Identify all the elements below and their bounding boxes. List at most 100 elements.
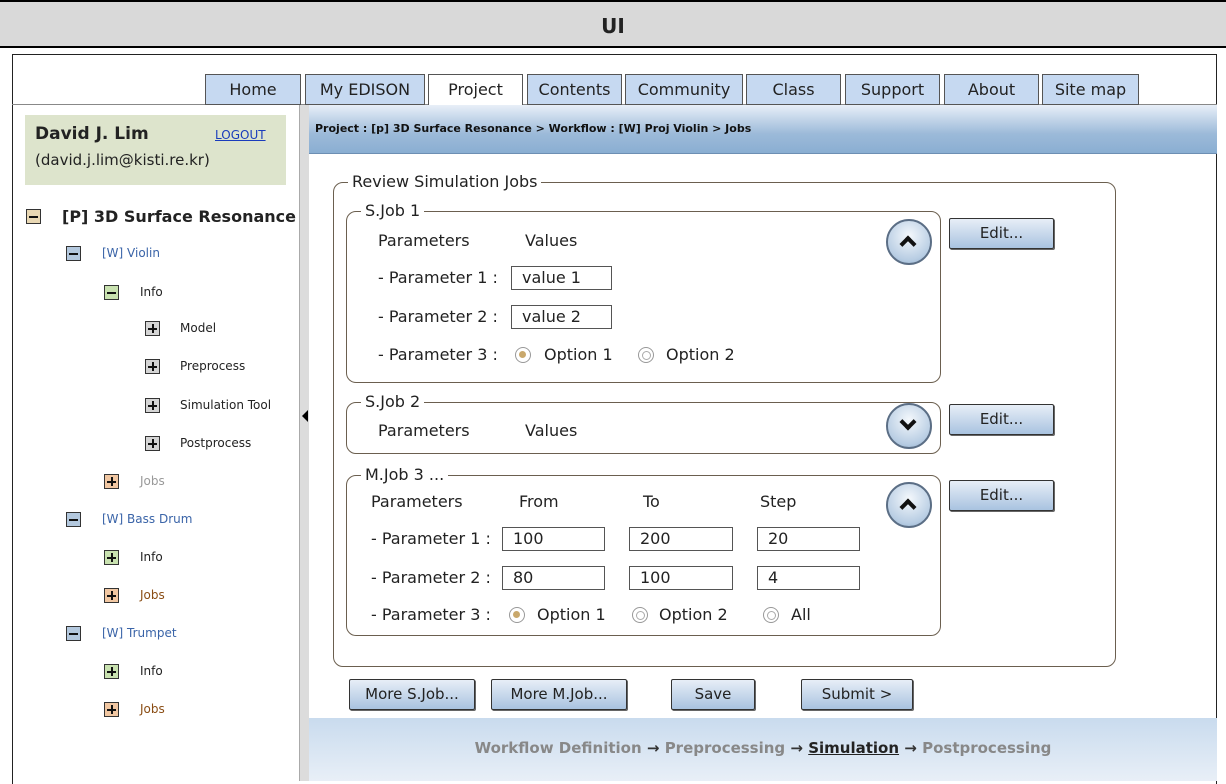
tree-trumpet-info[interactable]: Info <box>140 664 163 678</box>
mjob3-col-from: From <box>519 492 559 511</box>
sjob1-collapse-button[interactable] <box>886 219 932 265</box>
expand-icon[interactable] <box>145 321 160 336</box>
collapse-icon[interactable] <box>66 512 81 527</box>
tab-support[interactable]: Support <box>845 74 940 105</box>
window-title: UI <box>0 0 1226 48</box>
arrow-right-icon: → <box>790 739 803 757</box>
tree-violin-info[interactable]: Info <box>140 285 163 299</box>
tab-about[interactable]: About <box>944 74 1039 105</box>
sjob1-option1-radio[interactable] <box>515 347 531 363</box>
save-button[interactable]: Save <box>671 679 755 710</box>
tree-postprocess[interactable]: Postprocess <box>180 436 251 450</box>
mjob3-param3-label: - Parameter 3 : <box>371 605 491 624</box>
tab-project[interactable]: Project <box>428 74 523 106</box>
tree-model[interactable]: Model <box>180 321 216 335</box>
arrow-right-icon: → <box>904 739 917 757</box>
tab-site-map[interactable]: Site map <box>1042 74 1139 105</box>
user-name: David J. Lim <box>35 124 149 144</box>
expand-icon[interactable] <box>104 550 119 565</box>
arrow-right-icon: → <box>646 739 660 757</box>
tab-contents[interactable]: Contents <box>527 74 622 105</box>
chevron-up-icon <box>899 235 917 253</box>
tab-community[interactable]: Community <box>625 74 743 105</box>
review-jobs-title: Review Simulation Jobs <box>348 172 542 191</box>
sjob1-param2-field[interactable]: value 2 <box>511 305 612 329</box>
tree-bass-jobs[interactable]: Jobs <box>140 588 165 602</box>
mjob3-col-step: Step <box>760 492 797 511</box>
more-mjob-button[interactable]: More M.Job... <box>491 679 627 710</box>
mjob3-param1-from-field[interactable]: 100 <box>502 527 605 551</box>
sjob1-col-values: Values <box>525 231 578 250</box>
mjob3-col-params: Parameters <box>371 492 463 511</box>
expand-icon[interactable] <box>104 588 119 603</box>
submit-button[interactable]: Submit > <box>801 679 913 710</box>
more-sjob-button[interactable]: More S.Job... <box>349 679 475 710</box>
sjob1-option1-label: Option 1 <box>544 345 613 364</box>
expand-icon[interactable] <box>104 664 119 679</box>
mjob3-all-label: All <box>791 605 811 624</box>
collapse-icon[interactable] <box>66 626 81 641</box>
workflow-step-postprocessing[interactable]: Postprocessing <box>922 739 1051 757</box>
mjob3-collapse-button[interactable] <box>886 482 932 528</box>
workflow-step-definition[interactable]: Workflow Definition <box>475 739 642 757</box>
sjob1-edit-button[interactable]: Edit... <box>949 218 1054 249</box>
sjob1-param1-field[interactable]: value 1 <box>511 266 612 290</box>
collapse-icon[interactable] <box>104 285 119 300</box>
mjob3-option2-radio[interactable] <box>632 607 648 623</box>
expand-icon[interactable] <box>104 474 119 489</box>
sjob1-title: S.Job 1 <box>361 201 425 220</box>
sjob1-option2-label: Option 2 <box>666 345 735 364</box>
mjob3-all-radio[interactable] <box>763 607 779 623</box>
collapse-icon[interactable] <box>66 246 81 261</box>
sjob2-col-params: Parameters <box>378 421 470 440</box>
sjob1-param1-label: - Parameter 1 : <box>378 268 498 287</box>
collapse-sidebar-icon[interactable] <box>302 410 308 422</box>
tree-project[interactable]: [P] 3D Surface Resonance <box>62 207 296 226</box>
user-email: (david.j.lim@kisti.re.kr) <box>35 151 210 169</box>
expand-icon[interactable] <box>145 436 160 451</box>
sjob2-edit-button[interactable]: Edit... <box>949 404 1054 435</box>
mjob3-title: M.Job 3 ... <box>361 465 449 484</box>
tree-simulation-tool[interactable]: Simulation Tool <box>180 398 271 412</box>
tree-bass-info[interactable]: Info <box>140 550 163 564</box>
tab-class[interactable]: Class <box>746 74 841 105</box>
logout-link[interactable]: LOGOUT <box>215 128 266 142</box>
mjob3-option1-radio[interactable] <box>509 607 525 623</box>
sjob1-col-params: Parameters <box>378 231 470 250</box>
tree-workflow-bass-drum[interactable]: [W] Bass Drum <box>102 512 192 526</box>
sjob2-expand-button[interactable] <box>886 403 932 449</box>
mjob3-option2-label: Option 2 <box>659 605 728 624</box>
workflow-steps: Workflow Definition → Preprocessing → Si… <box>309 739 1217 757</box>
tree-preprocess[interactable]: Preprocess <box>180 359 245 373</box>
chevron-down-icon <box>899 413 917 431</box>
sjob1-param2-label: - Parameter 2 : <box>378 307 498 326</box>
tree-workflow-violin[interactable]: [W] Violin <box>102 246 160 260</box>
collapse-icon[interactable] <box>26 209 41 224</box>
sjob2-title: S.Job 2 <box>361 392 425 411</box>
mjob3-param2-label: - Parameter 2 : <box>371 568 491 587</box>
chevron-up-icon <box>899 498 917 516</box>
expand-icon[interactable] <box>104 702 119 717</box>
expand-icon[interactable] <box>145 359 160 374</box>
mjob3-param2-step-field[interactable]: 4 <box>757 566 860 590</box>
sidebar-splitter[interactable] <box>299 105 309 781</box>
mjob3-param1-label: - Parameter 1 : <box>371 529 491 548</box>
mjob3-col-to: To <box>643 492 660 511</box>
mjob3-option1-label: Option 1 <box>537 605 606 624</box>
workflow-step-simulation[interactable]: Simulation <box>808 739 899 757</box>
mjob3-edit-button[interactable]: Edit... <box>949 480 1054 511</box>
breadcrumb: Project : [p] 3D Surface Resonance > Wor… <box>315 122 752 135</box>
sjob1-option2-radio[interactable] <box>638 347 654 363</box>
mjob3-param1-step-field[interactable]: 20 <box>757 527 860 551</box>
tab-my-edison[interactable]: My EDISON <box>305 74 425 105</box>
tree-trumpet-jobs[interactable]: Jobs <box>140 702 165 716</box>
mjob3-param2-from-field[interactable]: 80 <box>502 566 605 590</box>
workflow-step-preprocessing[interactable]: Preprocessing <box>665 739 785 757</box>
tree-workflow-trumpet[interactable]: [W] Trumpet <box>102 626 177 640</box>
tab-home[interactable]: Home <box>205 74 301 105</box>
expand-icon[interactable] <box>145 398 160 413</box>
mjob3-param1-to-field[interactable]: 200 <box>629 527 733 551</box>
tree-violin-jobs[interactable]: Jobs <box>140 474 165 488</box>
mjob3-param2-to-field[interactable]: 100 <box>629 566 733 590</box>
sjob2-col-values: Values <box>525 421 578 440</box>
